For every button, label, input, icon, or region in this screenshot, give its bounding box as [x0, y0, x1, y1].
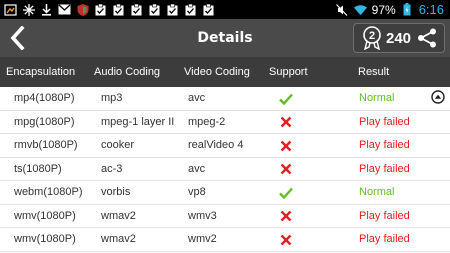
results-table[interactable]: mp4(1080P) mp3 avc Normal mpg(1080P) mpe…	[0, 87, 450, 253]
cell-video-coding: avc	[188, 162, 206, 175]
column-header-audio-coding[interactable]: Audio Coding	[94, 57, 160, 87]
cross-icon	[278, 138, 294, 153]
column-header-video-coding[interactable]: Video Coding	[184, 57, 250, 87]
clipboard-check-icon	[94, 3, 107, 16]
clipboard-check-icon	[112, 3, 125, 16]
table-header: Encapsulation Audio Coding Video Coding …	[0, 57, 450, 87]
cell-encapsulation: wmv(1080P)	[14, 209, 76, 222]
cross-icon	[278, 115, 294, 130]
cell-result: Play failed	[359, 162, 410, 175]
cell-audio-coding: wmav2	[101, 209, 136, 222]
cell-audio-coding: wmav2	[101, 233, 136, 245]
cell-result: Play failed	[359, 233, 410, 245]
table-row[interactable]: ts(1080P) ac-3 avc Play failed	[0, 158, 450, 181]
scroll-up-button[interactable]	[431, 89, 445, 104]
cell-encapsulation: webm(1080P)	[14, 186, 83, 198]
cell-video-coding: avc	[188, 92, 206, 104]
cell-encapsulation: mpg(1080P)	[14, 115, 75, 128]
cell-encapsulation: rmvb(1080P)	[14, 139, 78, 151]
cross-icon	[278, 162, 294, 177]
screenshot-icon	[4, 3, 17, 16]
cell-result: Play failed	[359, 115, 410, 128]
chevron-left-icon	[10, 26, 25, 50]
cell-audio-coding: mp3	[101, 92, 123, 104]
checkmark-icon	[278, 91, 294, 106]
column-header-encapsulation[interactable]: Encapsulation	[6, 57, 75, 87]
system-icons: 97% 6:16	[336, 2, 444, 17]
cell-video-coding: vp8	[188, 186, 206, 198]
battery-percent: 97%	[371, 2, 396, 17]
back-button[interactable]	[6, 25, 28, 51]
cell-video-coding: wmv2	[188, 233, 217, 245]
column-header-support[interactable]: Support	[269, 57, 308, 87]
cell-audio-coding: mpeg-1 layer II	[101, 115, 175, 128]
score-value: 240	[386, 29, 412, 47]
arrow-up-circle-icon	[431, 90, 445, 104]
column-header-result[interactable]: Result	[358, 57, 389, 87]
cell-result: Play failed	[359, 209, 410, 222]
share-button[interactable]	[416, 27, 438, 49]
checkmark-icon	[278, 185, 294, 200]
clipboard-check-icon	[202, 3, 215, 16]
cell-encapsulation: mp4(1080P)	[14, 92, 75, 104]
table-row[interactable]: wmv(1080P) wmav2 wmv2 Play failed	[0, 228, 450, 252]
clipboard-check-icon	[130, 3, 143, 16]
table-row[interactable]: mp4(1080P) mp3 avc Normal	[0, 87, 450, 111]
status-bar: 97% 6:16	[0, 0, 450, 19]
wifi-icon	[353, 4, 367, 16]
cell-encapsulation: wmv(1080P)	[14, 233, 76, 245]
title-bar: Details 2 240	[0, 19, 450, 57]
table-row[interactable]: webm(1080P) vorbis vp8 Normal	[0, 181, 450, 205]
table-row[interactable]: wmv(1080P) wmav2 wmv3 Play failed	[0, 205, 450, 228]
cell-result: Play failed	[359, 139, 410, 151]
cross-icon	[278, 232, 294, 247]
shield-icon	[76, 3, 89, 16]
cell-result: Normal	[359, 186, 395, 198]
svg-text:2: 2	[369, 30, 375, 42]
mute-icon	[336, 3, 349, 16]
table-row[interactable]: mpg(1080P) mpeg-1 layer II mpeg-2 Play f…	[0, 111, 450, 134]
cell-audio-coding: cooker	[101, 139, 135, 151]
notification-icons	[4, 3, 215, 16]
table-row[interactable]: rmvb(1080P) cooker realVideo 4 Play fail…	[0, 134, 450, 158]
cross-icon	[278, 209, 294, 224]
cell-video-coding: mpeg-2	[188, 115, 226, 128]
medal-2-icon: 2	[363, 26, 381, 50]
clipboard-check-icon	[184, 3, 197, 16]
gmail-icon	[58, 4, 71, 16]
clock: 6:16	[418, 2, 444, 17]
cell-audio-coding: vorbis	[101, 186, 131, 198]
share-icon	[418, 28, 436, 48]
battery-icon	[401, 3, 414, 16]
snowflake-icon	[22, 3, 35, 16]
download-icon	[40, 3, 53, 16]
cell-audio-coding: ac-3	[101, 162, 123, 175]
clipboard-check-icon	[148, 3, 161, 16]
cell-encapsulation: ts(1080P)	[14, 162, 62, 175]
cell-result: Normal	[359, 92, 395, 104]
cell-video-coding: wmv3	[188, 209, 217, 222]
clipboard-check-icon	[166, 3, 179, 16]
cell-video-coding: realVideo 4	[188, 139, 244, 151]
